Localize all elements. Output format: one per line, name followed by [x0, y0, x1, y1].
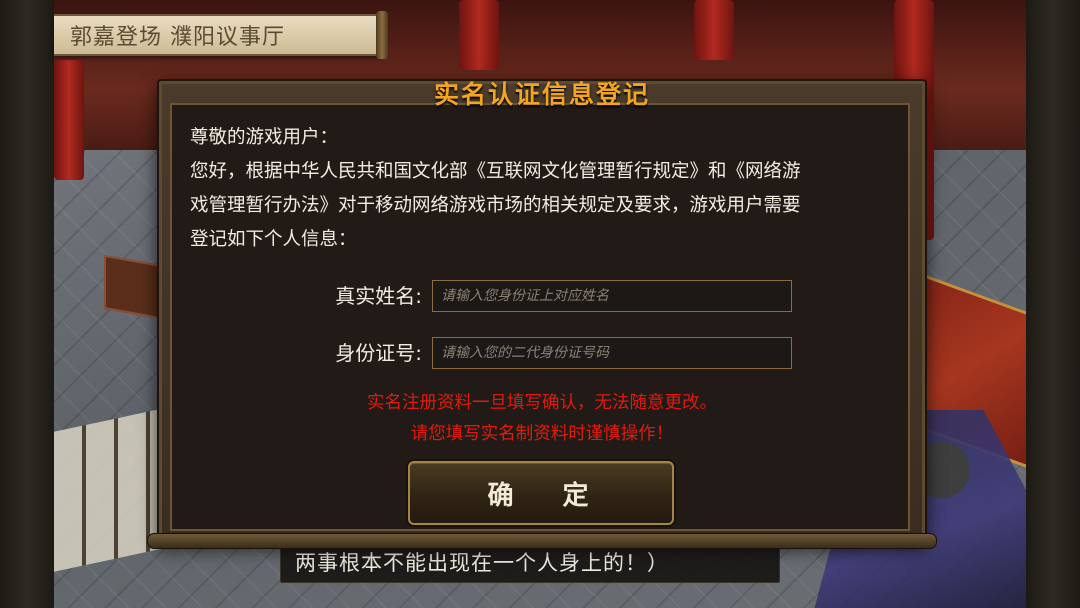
notice-text: 尊敬的游戏用户： 您好，根据中华人民共和国文化部《互联网文化管理暂行规定》和《网… [190, 121, 892, 257]
name-label: 真实姓名: [335, 284, 422, 308]
id-label: 身份证号: [335, 341, 422, 365]
right-side-bar [1026, 0, 1080, 608]
notice-line: 戏管理暂行办法》对于移动网络游戏市场的相关规定及要求，游戏用户需要 [190, 195, 801, 216]
real-name-dialog: 尊敬的游戏用户： 您好，根据中华人民共和国文化部《互联网文化管理暂行规定》和《网… [147, 79, 937, 549]
notice-line: 您好，根据中华人民共和国文化部《互联网文化管理暂行规定》和《网络游 [190, 161, 801, 182]
notice-line: 登记如下个人信息： [190, 229, 357, 250]
dialog-title: 实名认证信息登记 [433, 80, 650, 109]
dialog-body: 尊敬的游戏用户： 您好，根据中华人民共和国文化部《互联网文化管理暂行规定》和《网… [170, 103, 910, 531]
red-pillar [694, 0, 734, 60]
warning-text: 请您填写实名制资料时谨慎操作！ [410, 424, 674, 444]
red-pillar [54, 60, 84, 180]
notice-greeting: 尊敬的游戏用户： [190, 127, 339, 148]
name-row: 真实姓名: [172, 280, 912, 312]
id-number-input[interactable] [432, 337, 792, 369]
real-name-input[interactable] [432, 280, 792, 312]
location-tag: 郭嘉登场 濮阳议事厅 [54, 11, 388, 59]
location-label: 郭嘉登场 濮阳议事厅 [70, 25, 285, 50]
id-row: 身份证号: [172, 337, 912, 369]
folding-screen [54, 408, 164, 572]
scroll-rod-icon [147, 533, 937, 549]
warning-text: 实名注册资料一旦填写确认，无法随意更改。 [367, 393, 717, 413]
scroll-rod-icon [376, 11, 388, 59]
left-side-bar [0, 0, 54, 608]
confirm-button[interactable]: 确 定 [408, 461, 674, 525]
red-pillar [459, 0, 499, 70]
subtitle-text: 两事根本不能出现在一个人身上的！） [295, 551, 669, 575]
